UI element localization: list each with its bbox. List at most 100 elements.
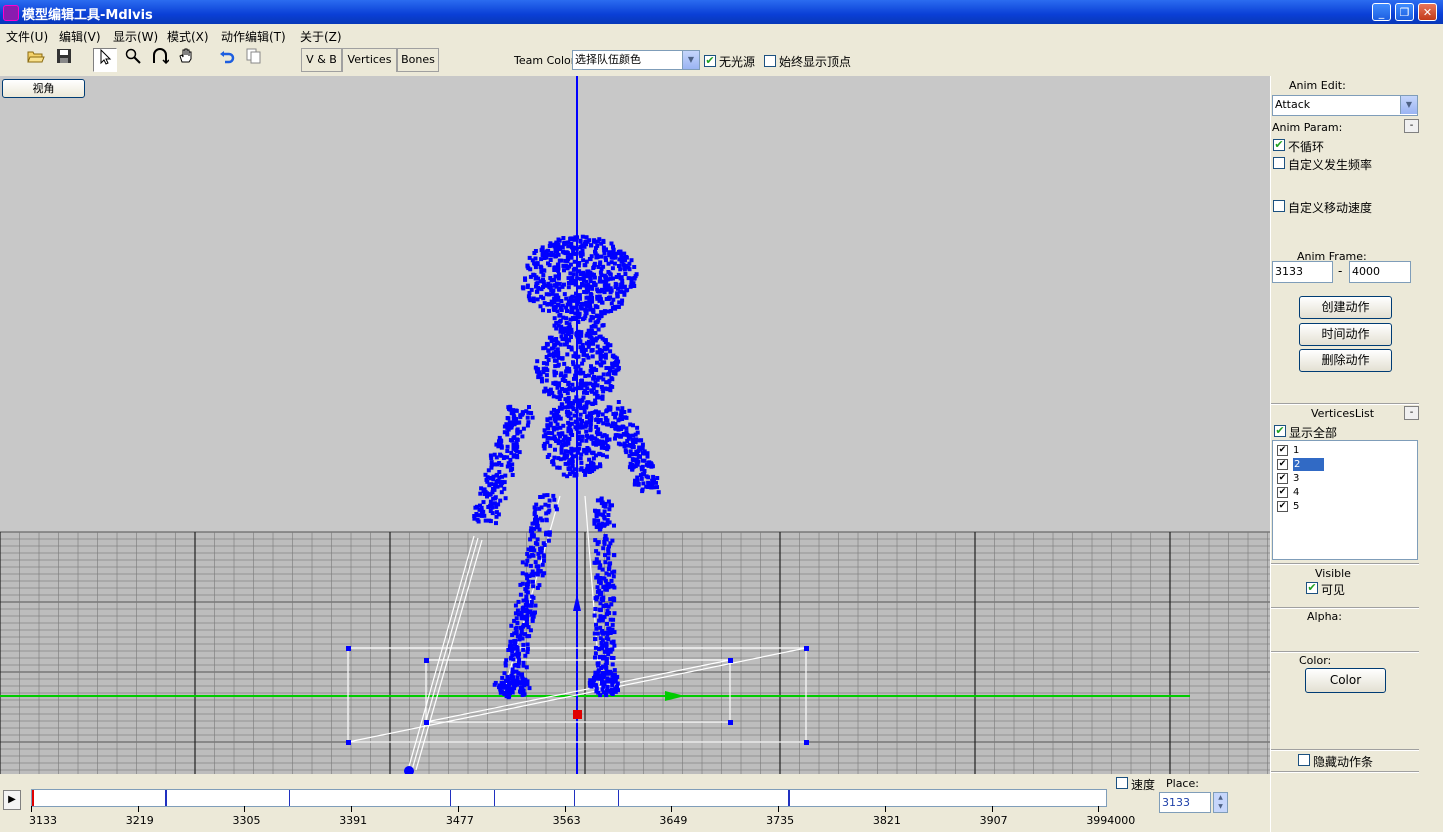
vertex: [520, 636, 525, 641]
keyframe-marker[interactable]: [288, 790, 290, 806]
model-viewport[interactable]: 视角: [0, 76, 1270, 774]
vertex-group-checkbox[interactable]: ✔: [1277, 487, 1288, 498]
collapse-vertices-button[interactable]: -: [1404, 406, 1419, 420]
keyframe-marker[interactable]: [164, 790, 167, 806]
vertex: [489, 460, 494, 465]
custom-rarity-checkbox[interactable]: [1273, 157, 1285, 169]
vertex: [511, 408, 515, 413]
pointer-icon[interactable]: [93, 48, 117, 72]
anim-select[interactable]: Attack ▼: [1272, 95, 1418, 116]
vertex-group-checkbox[interactable]: ✔: [1277, 501, 1288, 512]
vertex: [498, 683, 502, 688]
tab-vertices[interactable]: Vertices: [342, 48, 397, 72]
menu-file[interactable]: 文件(U): [6, 28, 48, 45]
time-anim-button[interactable]: 时间动作: [1299, 323, 1392, 346]
menu-view[interactable]: 显示(W): [113, 28, 158, 45]
hand-icon[interactable]: [174, 48, 198, 72]
list-item[interactable]: ✔ 3: [1275, 472, 1325, 485]
vertex: [596, 265, 601, 269]
zoom-icon[interactable]: [121, 48, 145, 72]
vertex: [579, 347, 584, 352]
vertex: [600, 348, 604, 353]
vertex: [529, 411, 534, 415]
vertex: [578, 285, 582, 290]
keyframe-marker[interactable]: [617, 790, 619, 806]
list-item[interactable]: ✔ 5: [1275, 500, 1325, 513]
current-frame-marker[interactable]: [32, 790, 34, 806]
vertex: [636, 459, 641, 464]
collapse-param-button[interactable]: -: [1404, 119, 1419, 133]
minimize-button[interactable]: _: [1372, 3, 1391, 21]
vertex: [586, 269, 591, 274]
team-color-value: 选择队伍颜色: [575, 53, 641, 66]
copy-icon[interactable]: [242, 48, 266, 72]
always-show-vertices-checkbox[interactable]: [764, 55, 776, 67]
vertex: [648, 482, 653, 487]
frame-start-input[interactable]: 3133: [1272, 261, 1333, 283]
vertex: [526, 603, 531, 608]
rotate-icon[interactable]: [148, 48, 172, 72]
vertex: [572, 473, 577, 478]
create-anim-button[interactable]: 创建动作: [1299, 296, 1392, 319]
play-button[interactable]: ▶: [3, 790, 21, 810]
visible-checkbox[interactable]: ✔: [1306, 582, 1318, 594]
timeline-track[interactable]: [31, 789, 1107, 807]
vertex: [546, 358, 551, 362]
show-all-checkbox[interactable]: ✔: [1274, 425, 1286, 437]
vertex: [612, 611, 617, 616]
vertex-group-checkbox[interactable]: ✔: [1277, 459, 1288, 470]
vertex: [609, 424, 614, 429]
vertex: [502, 671, 507, 676]
save-icon[interactable]: [52, 48, 76, 72]
tab-bones[interactable]: Bones: [397, 48, 439, 72]
view-angle-button[interactable]: 视角: [2, 79, 85, 98]
chevron-down-icon[interactable]: ▼: [1214, 802, 1227, 811]
no-light-checkbox[interactable]: ✔: [704, 55, 716, 67]
keyframe-marker[interactable]: [574, 790, 576, 806]
vertex-group-checkbox[interactable]: ✔: [1277, 445, 1288, 456]
toolbar: V & B Vertices Bones Team Color 选择队伍颜色 ▼…: [0, 46, 1443, 76]
menu-anim-edit[interactable]: 动作编辑(T): [221, 28, 286, 45]
timeline-tick: [564, 806, 566, 812]
vertex: [510, 473, 515, 477]
vertex: [486, 468, 491, 473]
vertex: [500, 474, 504, 479]
close-button[interactable]: ✕: [1418, 3, 1437, 21]
maximize-button[interactable]: ❐: [1395, 3, 1414, 21]
vertex: [488, 509, 493, 513]
speed-checkbox[interactable]: [1116, 777, 1128, 789]
place-spinner[interactable]: ▲ ▼: [1213, 792, 1228, 813]
vertex: [556, 355, 561, 360]
frame-end-input[interactable]: 4000: [1349, 261, 1411, 283]
vertex: [546, 431, 551, 435]
vertex: [517, 658, 522, 663]
place-input[interactable]: 3133: [1159, 792, 1211, 813]
list-item[interactable]: ✔ 2: [1275, 458, 1325, 471]
keyframe-marker[interactable]: [493, 790, 495, 806]
list-item[interactable]: ✔ 1: [1275, 444, 1325, 457]
no-loop-checkbox[interactable]: ✔: [1273, 139, 1285, 151]
color-button[interactable]: Color: [1305, 668, 1386, 693]
custom-move-speed-checkbox[interactable]: [1273, 200, 1285, 212]
open-icon[interactable]: [24, 48, 48, 72]
team-color-select[interactable]: 选择队伍颜色 ▼: [572, 50, 700, 70]
delete-anim-button[interactable]: 删除动作: [1299, 349, 1392, 372]
list-item[interactable]: ✔ 4: [1275, 486, 1325, 499]
keyframe-marker[interactable]: [450, 790, 452, 806]
tab-vb[interactable]: V & B: [301, 48, 342, 72]
vertex: [510, 633, 515, 637]
menu-about[interactable]: 关于(Z): [300, 28, 342, 45]
scene-canvas[interactable]: [0, 76, 1270, 774]
separator: [1271, 563, 1419, 565]
menu-edit[interactable]: 编辑(V): [59, 28, 101, 45]
chevron-up-icon[interactable]: ▲: [1214, 793, 1227, 802]
hide-timeline-checkbox[interactable]: [1298, 754, 1310, 766]
keyframe-marker[interactable]: [787, 790, 790, 806]
vertex: [548, 390, 553, 395]
vertex-group-checkbox[interactable]: ✔: [1277, 473, 1288, 484]
timeline-tick-label: 3907: [979, 814, 1008, 827]
menu-mode[interactable]: 模式(X): [167, 28, 209, 45]
vertex: [545, 302, 550, 307]
undo-icon[interactable]: [215, 48, 239, 72]
vertices-list[interactable]: ✔ 1 ✔ 2 ✔ 3 ✔ 4 ✔ 5: [1272, 440, 1418, 560]
